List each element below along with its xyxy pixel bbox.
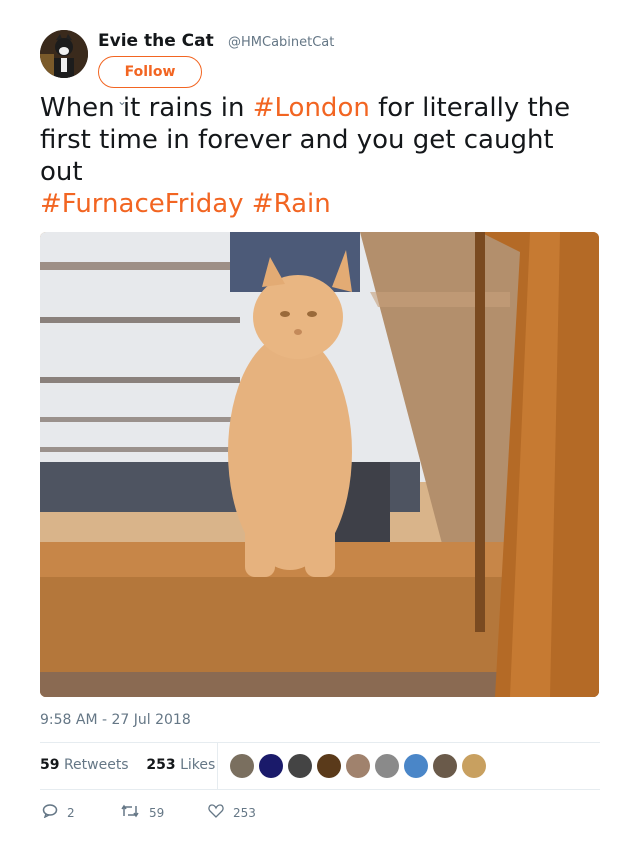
tweet-text-part: When xyxy=(40,93,115,123)
liker-avatar[interactable] xyxy=(288,754,312,778)
cat-gif-image xyxy=(40,232,599,697)
reply-icon xyxy=(42,804,58,821)
divider xyxy=(40,742,600,743)
likes-label: Likes xyxy=(180,757,216,773)
liker-avatar[interactable] xyxy=(433,754,457,778)
tweet-stats: 59 Retweets 253 Likes xyxy=(40,757,215,773)
follow-button[interactable]: Follow xyxy=(98,56,202,88)
reply-action[interactable]: 2 xyxy=(42,804,75,821)
retweet-icon xyxy=(120,804,140,821)
liker-avatar[interactable] xyxy=(346,754,370,778)
liker-avatar[interactable] xyxy=(230,754,254,778)
author-avatar[interactable] xyxy=(40,30,88,78)
likes-stat[interactable]: 253 Likes xyxy=(146,757,215,773)
tweet-media-gif[interactable] xyxy=(40,232,599,697)
retweets-stat[interactable]: 59 Retweets xyxy=(40,757,129,773)
like-count: 253 xyxy=(233,805,256,820)
liker-avatars xyxy=(230,754,486,778)
tweet-timestamp[interactable]: 9:58 AM - 27 Jul 2018 xyxy=(40,712,191,728)
likes-count: 253 xyxy=(146,757,176,773)
hashtag-rain[interactable]: #Rain xyxy=(252,189,331,219)
tweet-text: When it rains in #London for literally t… xyxy=(40,92,600,220)
retweets-label: Retweets xyxy=(63,757,129,773)
liker-avatar[interactable] xyxy=(317,754,341,778)
like-action[interactable]: 253 xyxy=(208,804,256,821)
liker-avatar[interactable] xyxy=(404,754,428,778)
liker-avatar[interactable] xyxy=(259,754,283,778)
divider xyxy=(40,789,600,790)
liker-avatar[interactable] xyxy=(462,754,486,778)
author-handle[interactable]: @HMCabinetCat xyxy=(228,35,334,50)
reply-count: 2 xyxy=(67,805,75,820)
tweet-text-part: it rains in xyxy=(114,93,253,123)
tweet-card: Evie the Cat @HMCabinetCat Follow When i… xyxy=(0,0,640,851)
hashtag-furnacefriday[interactable]: #FurnaceFriday xyxy=(40,189,244,219)
retweet-action[interactable]: 59 xyxy=(120,804,164,821)
chevron-down-icon[interactable]: ⌄ xyxy=(117,94,127,108)
retweet-count: 59 xyxy=(149,805,165,820)
retweets-count: 59 xyxy=(40,757,60,773)
hashtag-london[interactable]: #London xyxy=(253,93,370,123)
author-name[interactable]: Evie the Cat xyxy=(98,31,214,51)
liker-avatar[interactable] xyxy=(375,754,399,778)
divider xyxy=(217,743,218,789)
heart-icon xyxy=(208,804,224,821)
